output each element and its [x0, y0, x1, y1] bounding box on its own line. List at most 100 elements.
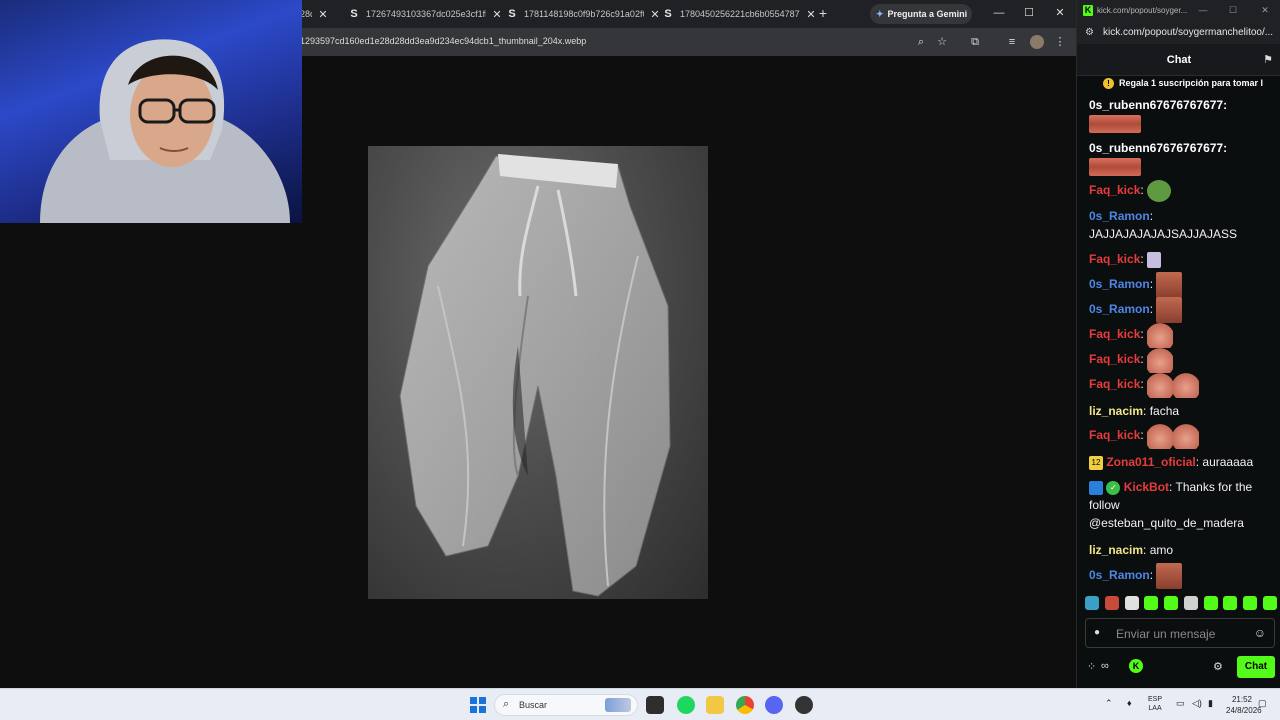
chat-username[interactable]: Faq_kick [1089, 327, 1140, 341]
site-settings-icon[interactable]: ⚙ [1085, 27, 1094, 38]
gift-coin-icon: ! [1103, 78, 1114, 90]
chat-username[interactable]: Faq_kick [1089, 377, 1140, 391]
network-icon[interactable]: ▭ [1176, 698, 1185, 709]
chat-username[interactable]: 0s_Ramon [1089, 302, 1150, 316]
chat-username[interactable]: 0s_rubenn67676767677 [1089, 98, 1223, 112]
language-indicator[interactable]: ESP LAA [1148, 695, 1162, 713]
sparkle-icon: ✦ [876, 8, 884, 19]
new-tab-button[interactable]: + [816, 4, 830, 22]
profile-avatar[interactable] [1030, 35, 1044, 49]
close-icon[interactable]: ✕ [650, 8, 660, 21]
chat-username[interactable]: KickBot [1124, 480, 1169, 494]
message-separator: : [1195, 455, 1200, 469]
points-icon[interactable]: ⁘ [1087, 660, 1096, 673]
chat-username[interactable]: Faq_kick [1089, 183, 1140, 197]
close-window-icon[interactable]: ✕ [1259, 4, 1271, 16]
chat-username[interactable]: 0s_rubenn67676767677 [1089, 141, 1223, 155]
spotify-app-icon[interactable] [677, 696, 695, 714]
clock-time: 21:52 [1231, 695, 1252, 704]
discord-app-icon[interactable] [765, 696, 783, 714]
chat-username[interactable]: liz_nacim [1089, 543, 1143, 557]
terminal-app-icon[interactable] [646, 696, 664, 714]
system-clock[interactable]: 21:52 24/8/2026 [1226, 694, 1262, 716]
chat-message: Faq_kick: [1089, 180, 1275, 202]
media-control-icon[interactable]: ≡ [1005, 35, 1019, 49]
emote-button[interactable] [1223, 596, 1238, 610]
extensions-icon[interactable]: ⧉ [968, 35, 982, 49]
chat-username[interactable]: 0s_Ramon [1089, 568, 1150, 582]
chat-username[interactable]: Zona011_oficial [1106, 455, 1195, 469]
maximize-icon[interactable]: ☐ [1227, 4, 1239, 16]
emote-button[interactable] [1203, 596, 1218, 610]
volume-icon[interactable]: ◁) [1192, 698, 1202, 709]
close-icon[interactable]: ✕ [318, 8, 328, 21]
maximize-icon[interactable]: ☐ [1022, 6, 1036, 20]
emote-button[interactable] [1262, 596, 1277, 610]
hand-emote-icon [1173, 423, 1200, 449]
emoji-icon[interactable]: ☺ [1254, 626, 1266, 640]
close-icon[interactable]: ✕ [806, 8, 816, 21]
close-icon[interactable]: ✕ [492, 8, 502, 21]
bookmark-star-icon[interactable]: ☆ [935, 35, 949, 49]
obs-app-icon[interactable] [795, 696, 813, 714]
chat-window-title: kick.com/popout/soyger... [1097, 6, 1188, 15]
emote-button[interactable] [1104, 596, 1119, 610]
webcam-overlay [0, 0, 302, 223]
chat-address-bar: ⚙ kick.com/popout/soygermanchelitoo/... [1077, 22, 1280, 44]
minimize-icon[interactable]: — [992, 6, 1006, 20]
users-icon[interactable]: ⚑ [1263, 53, 1273, 66]
sub-badge-icon: 12 [1089, 455, 1103, 470]
chat-message: 0s_Ramon: [1089, 563, 1275, 589]
zoom-icon[interactable]: ⌕ [914, 35, 928, 49]
emote-button[interactable] [1124, 596, 1139, 610]
tab-active[interactable]: 28c ✕ [300, 0, 328, 28]
emote-button[interactable] [1164, 596, 1179, 610]
chat-message: liz_nacim: amo [1089, 541, 1275, 559]
send-chat-button[interactable]: Chat [1237, 656, 1275, 678]
tray-chevron-up-icon[interactable]: ⌃ [1105, 698, 1113, 709]
file-explorer-icon[interactable] [706, 696, 724, 714]
clock-date: 24/8/2026 [1226, 706, 1262, 715]
message-separator: : [1149, 209, 1154, 223]
battery-icon[interactable]: ▮ [1208, 698, 1213, 709]
tab-2[interactable]: S 1781148198c0f9b726c91a02f0 ✕ [506, 0, 660, 28]
close-window-icon[interactable]: ✕ [1053, 6, 1067, 20]
settings-gear-icon[interactable]: ⚙ [1213, 660, 1223, 673]
pepe-emote-icon [1147, 180, 1172, 202]
sweatpants-image [368, 146, 708, 599]
start-windows-icon[interactable] [470, 697, 486, 713]
sweatpants-graphic [399, 154, 671, 597]
desktop: 28c ✕ S 17267493103367dc025e3cf1f5 ✕ S 1… [0, 0, 1280, 720]
gemini-button[interactable]: ✦ Pregunta a Gemini [870, 4, 972, 24]
emote-button[interactable] [1085, 596, 1099, 610]
tab-1[interactable]: S 17267493103367dc025e3cf1f5 ✕ [348, 0, 502, 28]
chat-popout-window: K kick.com/popout/soyger... — ☐ ✕ ⚙ kick… [1076, 0, 1280, 688]
chat-url-field[interactable]: kick.com/popout/soygermanchelitoo/... [1103, 27, 1279, 38]
tab-3[interactable]: S 1780450256221cb6b0554787b ✕ [662, 0, 816, 28]
chat-username[interactable]: 0s_Ramon [1089, 209, 1150, 223]
emote-button[interactable] [1243, 596, 1258, 610]
chat-message-input[interactable]: ● Enviar un mensaje ☺ [1085, 618, 1275, 648]
chat-input-placeholder: Enviar un mensaje [1116, 627, 1216, 641]
chat-username[interactable]: 0s_Ramon [1089, 277, 1150, 291]
url-field[interactable]: 1293597cd160ed1e28d28dd3ea9d234ec94dcb1_… [300, 36, 586, 46]
menu-kebab-icon[interactable]: ⋮ [1053, 35, 1067, 49]
chat-username[interactable]: Faq_kick [1089, 428, 1140, 442]
chat-username[interactable]: liz_nacim [1089, 404, 1143, 418]
tab-title: 17267493103367dc025e3cf1f5 [366, 9, 486, 19]
tab-title: 1781148198c0f9b726c91a02f0 [524, 9, 644, 19]
kick-logo-icon: K [1083, 5, 1093, 16]
chrome-app-icon[interactable] [736, 696, 754, 714]
notification-bell-icon[interactable]: ▢ [1258, 698, 1267, 709]
emote-button[interactable] [1183, 596, 1198, 610]
chat-username[interactable]: Faq_kick [1089, 352, 1140, 366]
minimize-icon[interactable]: — [1197, 4, 1209, 16]
emote-button[interactable] [1144, 596, 1159, 610]
pinned-message[interactable]: ! Regala 1 suscripción para tomar l [1077, 78, 1280, 98]
kick-k-icon[interactable]: K [1129, 659, 1143, 673]
hand-emote-icon [1147, 322, 1174, 348]
microphone-icon[interactable]: ♦ [1127, 698, 1132, 708]
chat-text: amo [1149, 543, 1174, 557]
chat-username[interactable]: Faq_kick [1089, 252, 1140, 266]
taskbar-search[interactable]: ⌕ Buscar [494, 694, 638, 716]
